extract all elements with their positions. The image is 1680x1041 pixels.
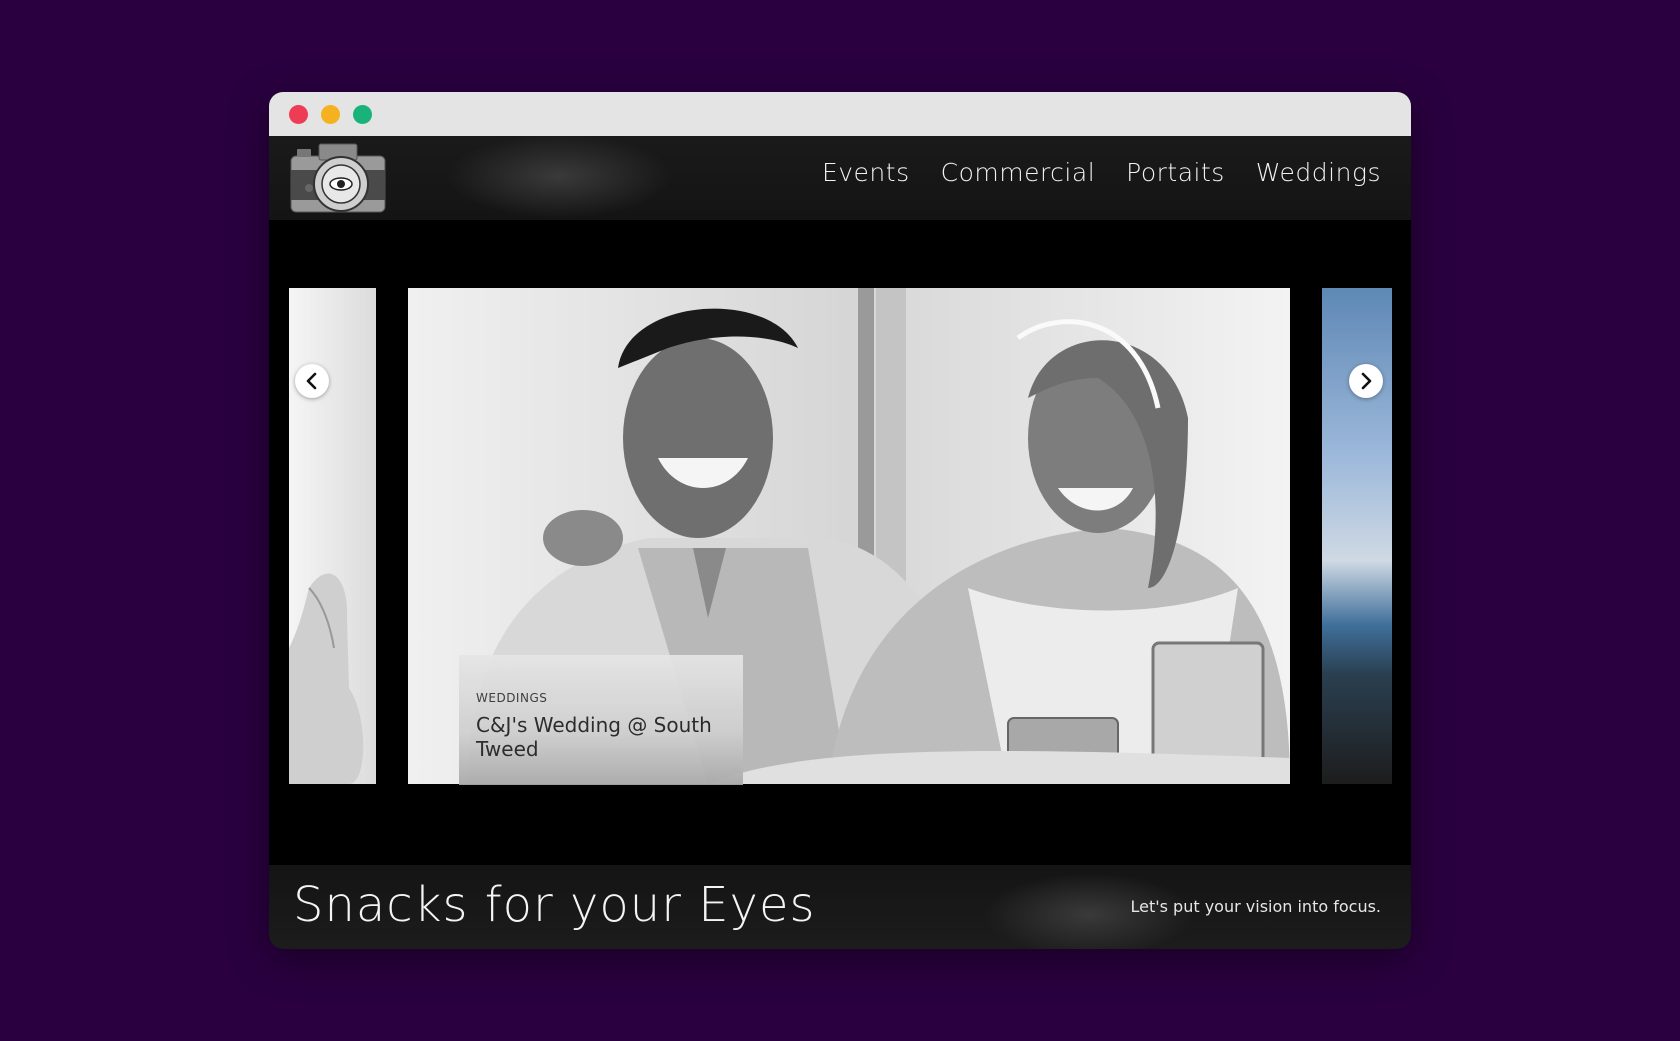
nav-commercial[interactable]: Commercial (941, 158, 1096, 187)
close-window-button[interactable] (289, 105, 308, 124)
minimize-window-button[interactable] (321, 105, 340, 124)
window-titlebar (269, 92, 1411, 136)
next-slide-preview[interactable] (1322, 288, 1392, 784)
image-carousel (269, 220, 1411, 865)
browser-window: Events Commercial Portaits Weddings Snac… (269, 92, 1411, 949)
main-nav: Events Commercial Portaits Weddings (822, 158, 1381, 187)
maximize-window-button[interactable] (353, 105, 372, 124)
slide-category: Weddings (476, 691, 548, 705)
nav-events[interactable]: Events (822, 158, 910, 187)
previous-slide-preview[interactable] (289, 288, 376, 784)
site-footer: Snacks for your Eyes Let's put your visi… (269, 865, 1411, 949)
chevron-right-icon (1361, 372, 1372, 390)
carousel-next-button[interactable] (1349, 364, 1383, 398)
nav-weddings[interactable]: Weddings (1256, 158, 1381, 187)
slide-caption[interactable]: Weddings C&J's Wedding @ South Tweed (459, 655, 743, 785)
site-brand[interactable]: Snacks for your Eyes (293, 877, 815, 933)
slide-title: C&J's Wedding @ South Tweed (476, 713, 712, 761)
chevron-left-icon (306, 372, 317, 390)
nav-portraits[interactable]: Portaits (1126, 158, 1225, 187)
site-header: Events Commercial Portaits Weddings (269, 136, 1411, 220)
site-tagline: Let's put your vision into focus. (1130, 897, 1381, 916)
camera-logo-icon[interactable] (289, 140, 387, 216)
carousel-prev-button[interactable] (295, 364, 329, 398)
